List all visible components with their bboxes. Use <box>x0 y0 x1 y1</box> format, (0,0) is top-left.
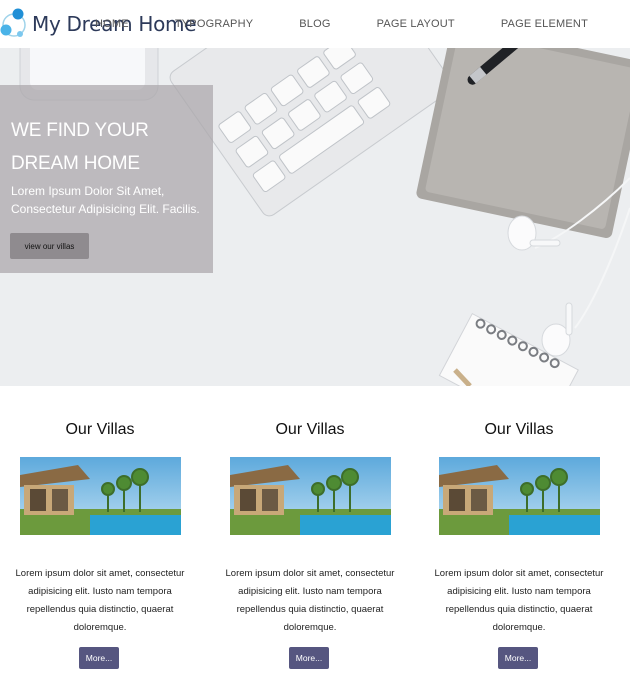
villa-description: Lorem ipsum dolor sit amet, consectetur … <box>434 568 604 633</box>
logo-icon <box>0 4 28 44</box>
villa-image <box>230 457 391 535</box>
nav-blog[interactable]: BLOG <box>299 18 330 30</box>
villa-title: Our Villas <box>484 421 554 438</box>
site-header: My Dream Home HOME TYPOGRAPHY BLOG PAGE … <box>0 0 640 48</box>
villa-title: Our Villas <box>275 421 345 438</box>
hero-subtitle: Lorem Ipsum Dolor Sit Amet, Consectetur … <box>11 184 200 216</box>
hero-title: WE FIND YOUR DREAM HOME <box>11 120 149 174</box>
villa-more-button[interactable]: More... <box>498 647 538 669</box>
view-villas-button[interactable]: view our villas <box>10 233 89 259</box>
main-nav: HOME TYPOGRAPHY BLOG PAGE LAYOUT PAGE EL… <box>95 0 640 48</box>
villa-description: Lorem ipsum dolor sit amet, consectetur … <box>15 568 185 633</box>
nav-home[interactable]: HOME <box>95 18 129 30</box>
villa-more-button[interactable]: More... <box>289 647 329 669</box>
villa-title: Our Villas <box>65 421 135 438</box>
nav-page-layout[interactable]: PAGE LAYOUT <box>377 18 455 30</box>
hero-banner: WE FIND YOUR DREAM HOME Lorem Ipsum Dolo… <box>0 48 630 386</box>
villa-more-button[interactable]: More... <box>79 647 119 669</box>
villa-image <box>20 457 181 535</box>
villa-image <box>439 457 600 535</box>
nav-typography[interactable]: TYPOGRAPHY <box>175 18 253 30</box>
villas-section: Our Villas Lorem ipsum dolor sit amet, c… <box>0 386 640 700</box>
villa-description: Lorem ipsum dolor sit amet, consectetur … <box>225 568 395 633</box>
nav-page-element[interactable]: PAGE ELEMENT <box>501 18 588 30</box>
hero-overlay-panel: WE FIND YOUR DREAM HOME Lorem Ipsum Dolo… <box>0 85 213 273</box>
